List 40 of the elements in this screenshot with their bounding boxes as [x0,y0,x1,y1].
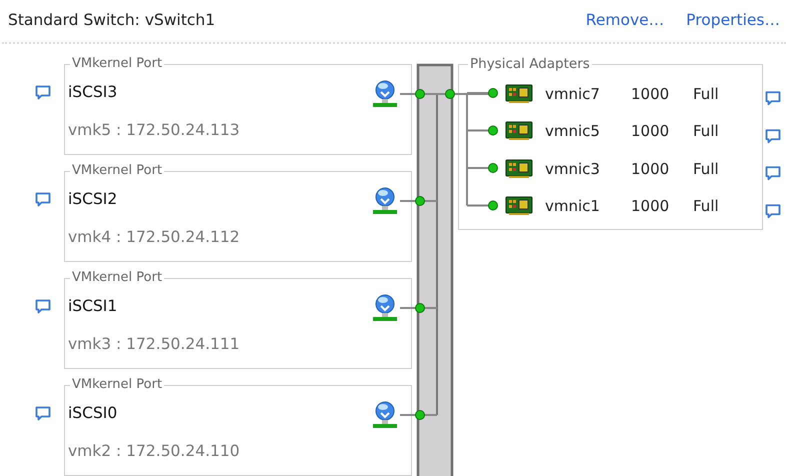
port-group-name: iSCSI3 [68,82,118,103]
port-group-name: iSCSI0 [68,403,118,424]
adapter-speed: 1000 [631,121,670,142]
port-group-name: iSCSI2 [68,189,118,210]
port-group-address: vmk4 : 172.50.24.112 [68,227,240,248]
action-link[interactable]: Properties… [686,9,780,33]
network-card-icon [505,158,533,179]
comment-icon[interactable] [35,192,51,208]
adapter-duplex: Full [693,158,719,180]
adapter-name: vmnic5 [545,121,601,142]
comment-icon[interactable] [35,406,51,422]
adapter-name: vmnic1 [545,196,601,217]
adapter-duplex: Full [693,121,719,142]
port-group-address: vmk5 : 172.50.24.113 [68,120,240,141]
network-adapter-icon [372,294,398,322]
panel-title: Physical Adapters [469,56,591,72]
adapter-name: vmnic3 [545,158,601,180]
port-group-address: vmk2 : 172.50.24.110 [68,441,240,462]
network-adapter-icon [372,401,398,429]
port-group-type: VMkernel Port [71,377,164,393]
network-card-icon [505,196,533,216]
network-adapter-icon [372,187,398,215]
adapter-speed: 1000 [631,196,670,217]
adapter-duplex: Full [693,84,719,104]
port-group-type: VMkernel Port [71,270,164,286]
adapter-name: vmnic7 [545,84,601,104]
adapter-speed: 1000 [631,158,670,180]
adapter-duplex: Full [693,196,719,217]
port-group-type: VMkernel Port [71,56,164,72]
network-card-icon [505,84,533,104]
port-group-address: vmk3 : 172.50.24.111 [68,334,240,355]
adapter-speed: 1000 [631,84,670,104]
comment-icon[interactable] [35,84,51,101]
network-adapter-icon [372,80,398,108]
comment-icon[interactable] [35,298,51,315]
port-group-type: VMkernel Port [71,163,164,179]
switch-title: Standard Switch: vSwitch1 [8,10,216,32]
action-link[interactable]: Remove… [586,9,664,33]
port-group-name: iSCSI1 [68,296,118,317]
network-card-icon [505,121,533,142]
